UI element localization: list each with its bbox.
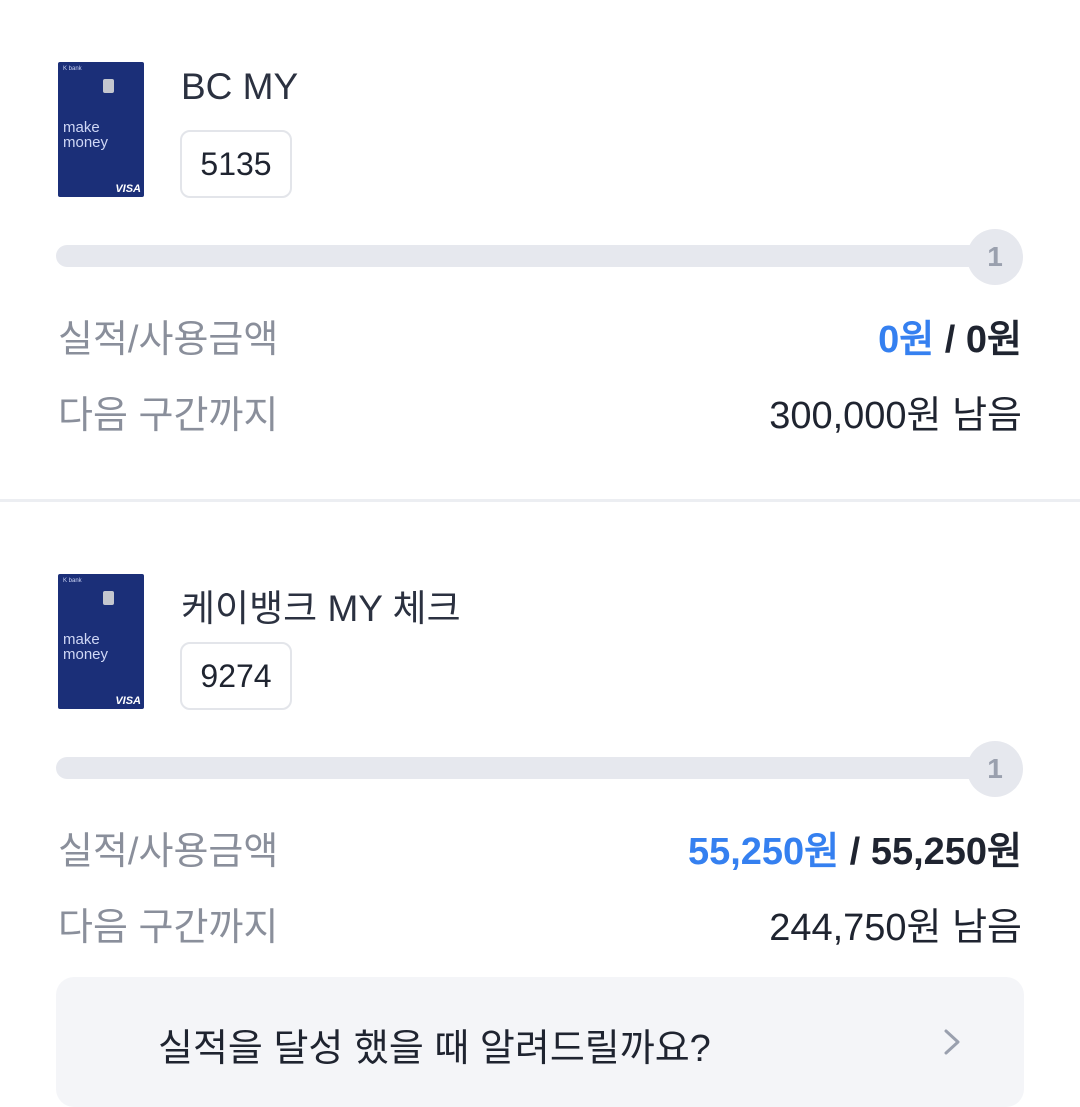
progress-step-marker: 1 (967, 741, 1023, 797)
card-slogan: make money (63, 120, 108, 150)
performance-value: 55,250원 / 55,250원 (688, 820, 1022, 875)
card-slogan-line2: money (63, 134, 109, 151)
card-number-badge: 5135 (180, 130, 292, 198)
progress-track (56, 245, 991, 267)
progress-step-marker: 1 (967, 229, 1023, 285)
performance-required: 55,250원 (870, 831, 1022, 873)
chevron-right-icon (944, 1029, 960, 1055)
notify-banner-text: 실적을 달성 했을 때 알려드릴까요? (158, 1028, 711, 1070)
next-tier-label: 다음 구간까지 (58, 907, 279, 949)
performance-label: 실적/사용금액 (58, 319, 279, 361)
card-name: BC MY (181, 66, 299, 107)
achievement-notify-button[interactable]: 실적을 달성 했을 때 알려드릴까요? (56, 977, 1024, 1107)
performance-separator: / (934, 319, 966, 361)
card-name: 케이뱅크 MY 체크 (181, 588, 461, 629)
card-chip-icon (103, 591, 114, 605)
performance-value: 0원 / 0원 (878, 308, 1022, 363)
card-slogan-line2: money (63, 646, 109, 663)
performance-label: 실적/사용금액 (58, 831, 279, 873)
progress-track (56, 757, 991, 779)
card-slogan-line1: make (63, 631, 100, 648)
card-number-badge: 9274 (180, 642, 292, 710)
visa-logo: VISA (115, 695, 141, 707)
card-chip-icon (103, 79, 114, 93)
card-brand-text: K bank (63, 578, 82, 584)
section-divider (0, 499, 1080, 502)
card-slogan: make money (63, 632, 108, 662)
next-tier-remaining: 300,000원 남음 (769, 395, 1022, 437)
visa-logo: VISA (115, 183, 141, 195)
next-tier-remaining: 244,750원 남음 (769, 907, 1022, 949)
performance-achieved: 0원 (878, 319, 935, 361)
next-tier-label: 다음 구간까지 (58, 395, 279, 437)
card-slogan-line1: make (63, 119, 100, 136)
performance-required: 0원 (965, 319, 1022, 361)
card-image: K bank make money VISA (58, 62, 144, 197)
card-brand-text: K bank (63, 66, 82, 72)
card-performance-section: K bank make money VISA BC MY 5135 1 실적/사… (0, 0, 1080, 500)
performance-separator: / (839, 831, 871, 873)
performance-achieved: 55,250원 (687, 831, 840, 873)
card-image: K bank make money VISA (58, 574, 144, 709)
